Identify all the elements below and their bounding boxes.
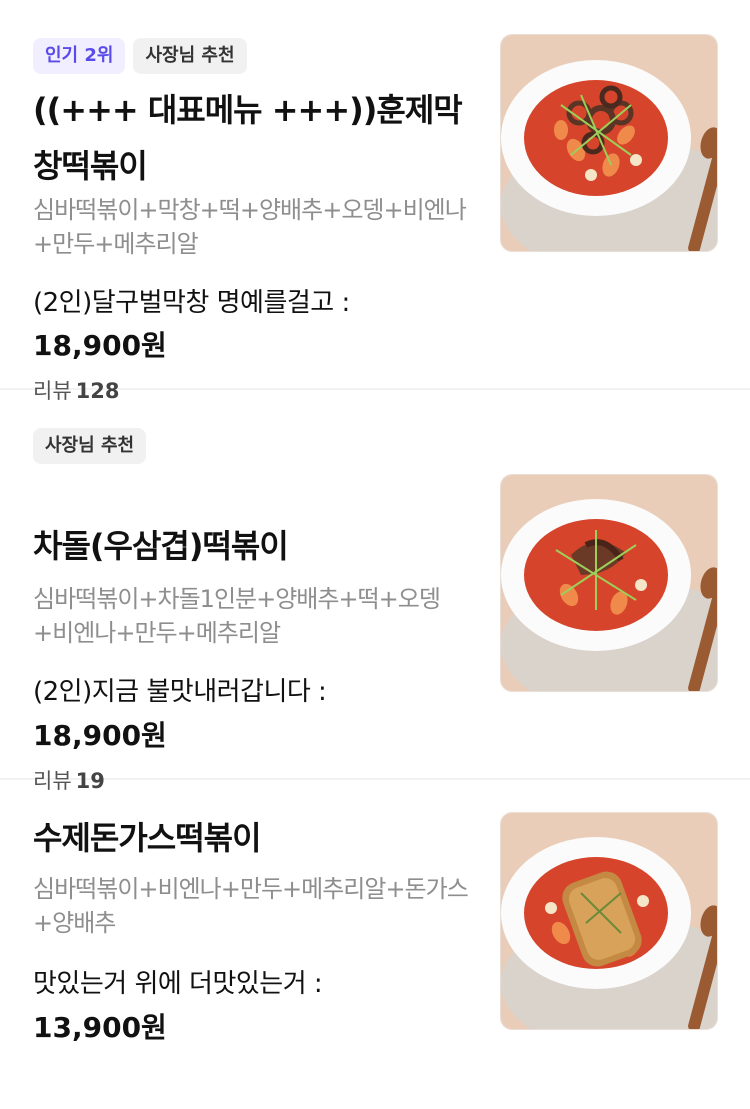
menu-item[interactable]: 사장님 추천 차돌(우삼겹)떡볶이 심바떡볶이+차돌1인분+양배추+떡+오뎅+비… [0, 390, 750, 793]
badge-group: 사장님 추천 [33, 428, 147, 464]
menu-name: 수제돈가스떡볶이 [33, 819, 262, 857]
menu-option: (2인)달구벌막창 명예를걸고 : [33, 288, 350, 318]
menu-photo[interactable] [500, 34, 718, 252]
menu-description: 심바떡볶이+막창+떡+양배추+오뎅+비엔나+만두+메추리알 [33, 196, 467, 258]
menu-option: 맛있는거 위에 더맛있는거 : [33, 969, 323, 999]
owner-recommend-badge: 사장님 추천 [133, 38, 247, 74]
menu-photo[interactable] [500, 474, 718, 692]
tteokbokki-chadol-photo-icon [501, 475, 717, 691]
menu-price: 13,900원 [33, 1011, 167, 1044]
menu-description: 심바떡볶이+차돌1인분+양배추+떡+오뎅+비엔나+만두+메추리알 [33, 585, 441, 647]
tteokbokki-makchang-photo-icon [501, 35, 717, 251]
menu-item[interactable]: 인기 2위 사장님 추천 ((+++ 대표메뉴 +++))훈제막창떡볶이 심바떡… [0, 0, 750, 403]
owner-recommend-badge: 사장님 추천 [33, 428, 147, 464]
menu-price: 18,900원 [33, 329, 167, 362]
tteokbokki-donkatsu-photo-icon [501, 813, 717, 1029]
menu-option: (2인)지금 불맛내러갑니다 : [33, 677, 327, 707]
menu-name: 차돌(우삼겹)떡볶이 [33, 527, 289, 565]
menu-description: 심바떡볶이+비엔나+만두+메추리알+돈가스+양배추 [33, 875, 469, 937]
badge-group: 인기 2위 사장님 추천 [33, 38, 247, 74]
menu-name: ((+++ 대표메뉴 +++))훈제막창떡볶이 [33, 91, 463, 185]
menu-item[interactable]: 수제돈가스떡볶이 심바떡볶이+비엔나+만두+메추리알+돈가스+양배추 맛있는거 … [0, 780, 750, 1109]
menu-price: 18,900원 [33, 719, 167, 752]
menu-photo[interactable] [500, 812, 718, 1030]
menu-list: 인기 2위 사장님 추천 ((+++ 대표메뉴 +++))훈제막창떡볶이 심바떡… [0, 0, 750, 1109]
popular-rank-badge: 인기 2위 [33, 38, 126, 74]
